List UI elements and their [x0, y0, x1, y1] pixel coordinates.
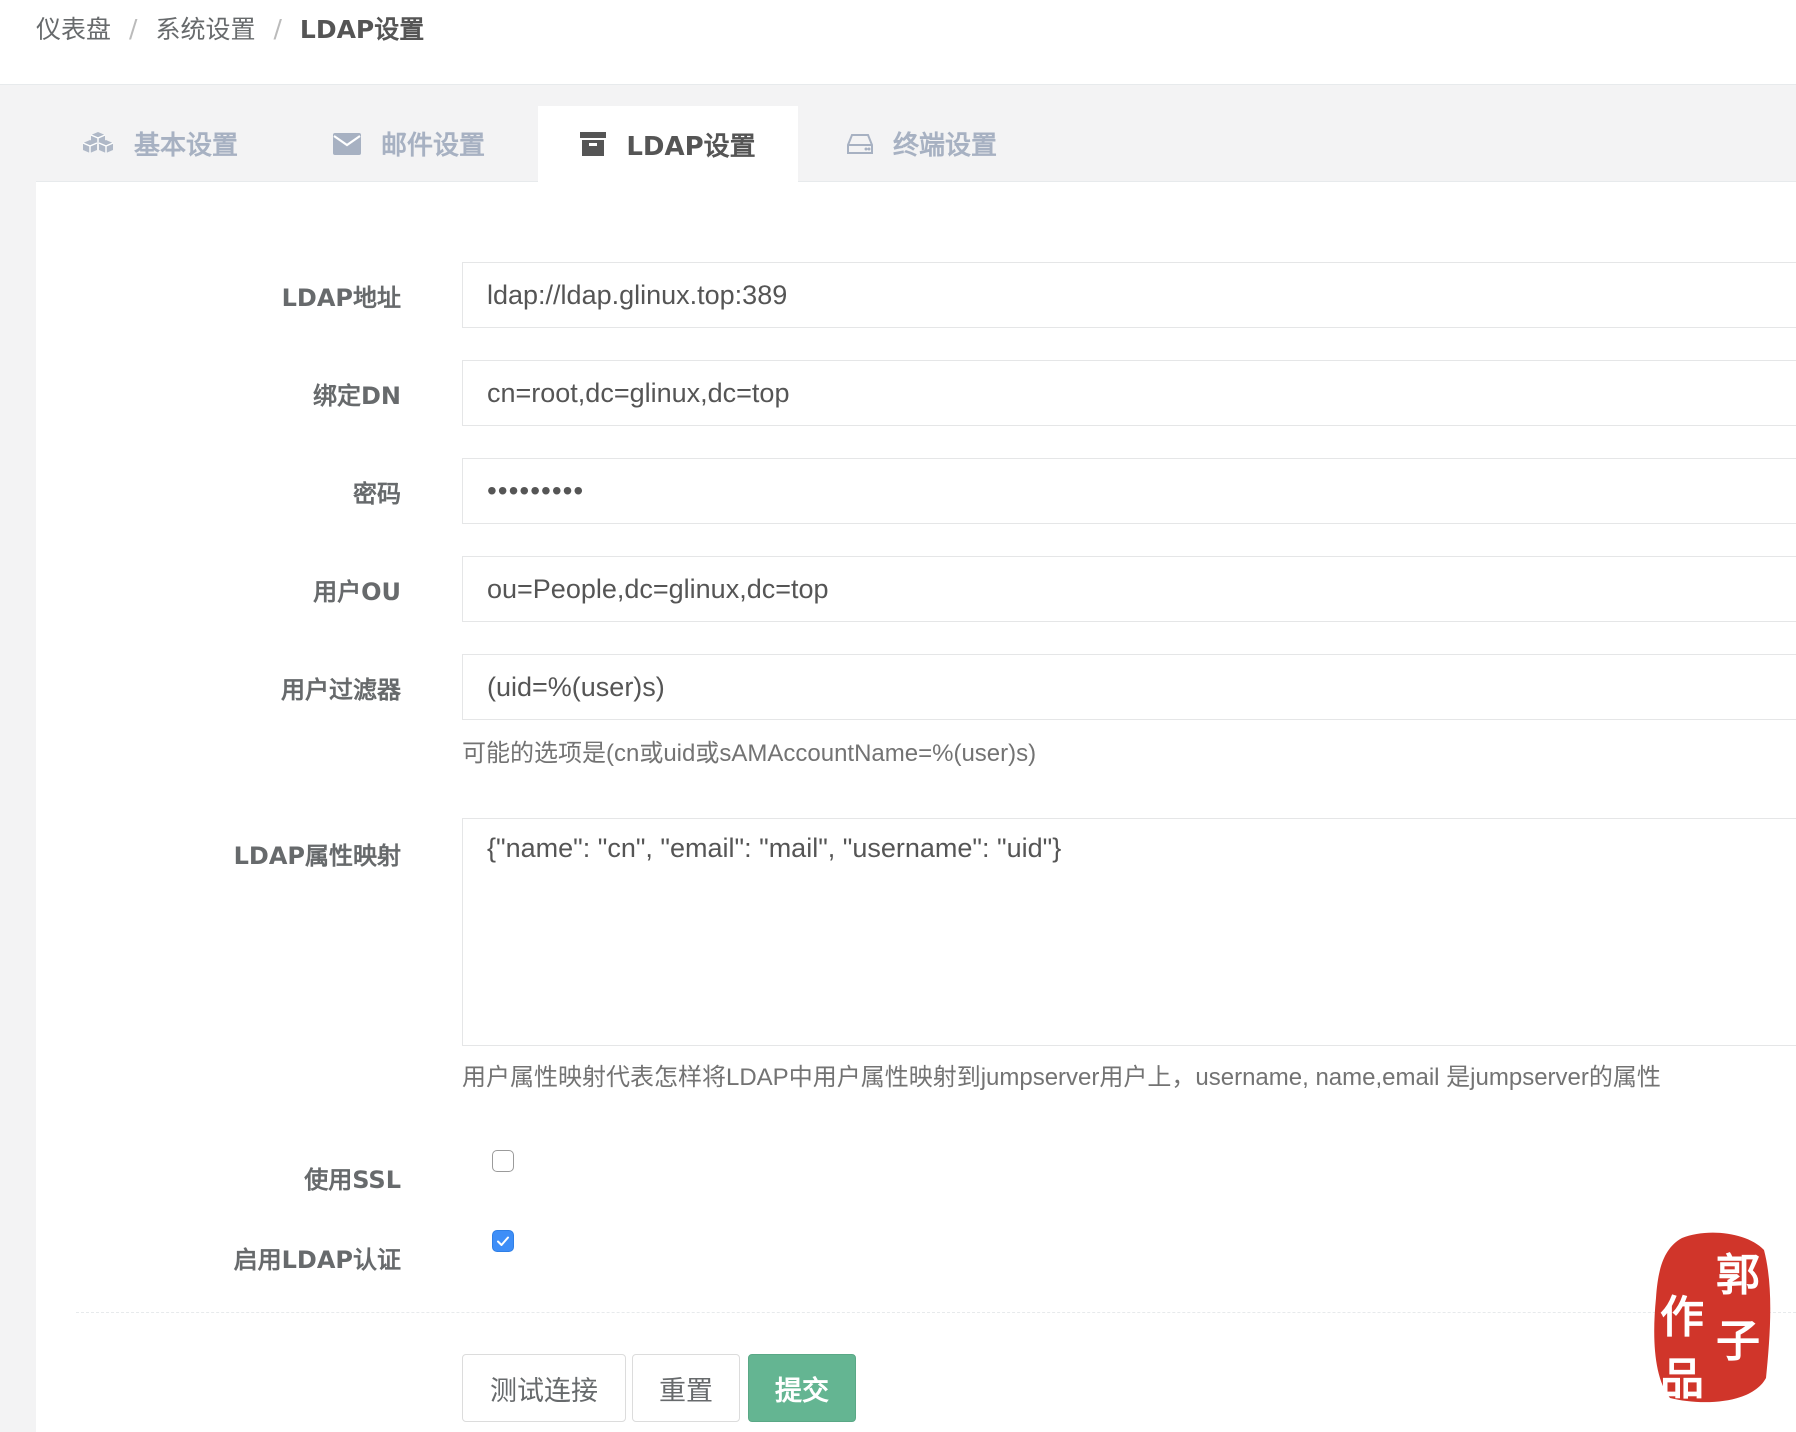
form-divider	[76, 1312, 1796, 1313]
svg-text:子: 子	[1716, 1316, 1760, 1367]
test-connection-button[interactable]: 测试连接	[462, 1354, 626, 1422]
user-filter-help: 可能的选项是(cn或uid或sAMAccountName=%(user)s)	[462, 740, 1037, 767]
use-ssl-checkbox[interactable]	[492, 1150, 514, 1172]
envelope-icon	[332, 132, 361, 155]
attr-map-label: LDAP属性映射	[233, 842, 401, 870]
breadcrumb: 仪表盘 / 系统设置 / LDAP设置	[36, 10, 424, 46]
svg-text:品: 品	[1660, 1354, 1704, 1405]
password-input[interactable]: •••••••••	[462, 458, 1796, 524]
cubes-icon	[82, 131, 114, 157]
top-header: 仪表盘 / 系统设置 / LDAP设置	[0, 0, 1796, 85]
submit-button[interactable]: 提交	[748, 1354, 856, 1422]
tab-label: 邮件设置	[380, 131, 485, 161]
breadcrumb-system-settings[interactable]: 系统设置	[155, 10, 255, 46]
attr-map-textarea[interactable]: {"name": "cn", "email": "mail", "usernam…	[462, 818, 1796, 1046]
user-filter-label: 用户过滤器	[281, 676, 401, 704]
archive-icon	[580, 132, 607, 156]
user-ou-label: 用户OU	[313, 578, 401, 606]
settings-tabs: 基本设置 邮件设置 LDAP设置 终端设置	[36, 106, 1796, 182]
breadcrumb-separator: /	[129, 13, 138, 43]
user-filter-input[interactable]: (uid=%(user)s)	[462, 654, 1796, 720]
breadcrumb-dashboard[interactable]: 仪表盘	[36, 10, 111, 46]
bind-dn-label: 绑定DN	[312, 382, 401, 410]
use-ssl-label: 使用SSL	[304, 1166, 401, 1194]
user-ou-input[interactable]: ou=People,dc=glinux,dc=top	[462, 556, 1796, 622]
breadcrumb-separator: /	[273, 13, 282, 43]
ldap-url-label: LDAP地址	[281, 284, 401, 312]
tab-basic-settings[interactable]: 基本设置	[36, 106, 284, 181]
tab-label: 基本设置	[133, 131, 238, 161]
bind-dn-input[interactable]: cn=root,dc=glinux,dc=top	[462, 360, 1796, 426]
attr-map-help: 用户属性映射代表怎样将LDAP中用户属性映射到jumpserver用户上，use…	[462, 1064, 1661, 1091]
tab-mail-settings[interactable]: 邮件设置	[284, 106, 534, 181]
enable-ldap-auth-label: 启用LDAP认证	[233, 1246, 401, 1274]
reset-button[interactable]: 重置	[632, 1354, 740, 1422]
ldap-url-input[interactable]: ldap://ldap.glinux.top:389	[462, 262, 1796, 328]
breadcrumb-ldap-settings: LDAP设置	[299, 15, 425, 44]
hdd-icon	[846, 133, 873, 154]
tab-terminal-settings[interactable]: 终端设置	[798, 106, 1046, 181]
password-label: 密码	[353, 480, 401, 508]
seal-stamp: 郭 作 子 品	[1654, 1232, 1771, 1405]
enable-ldap-auth-checkbox[interactable]	[492, 1230, 514, 1252]
tab-label: 终端设置	[892, 131, 997, 161]
svg-text:郭: 郭	[1716, 1250, 1760, 1301]
tab-ldap-settings[interactable]: LDAP设置	[538, 106, 798, 182]
svg-text:作: 作	[1660, 1292, 1704, 1343]
check-icon	[497, 1236, 509, 1246]
tab-label: LDAP设置	[626, 131, 756, 162]
